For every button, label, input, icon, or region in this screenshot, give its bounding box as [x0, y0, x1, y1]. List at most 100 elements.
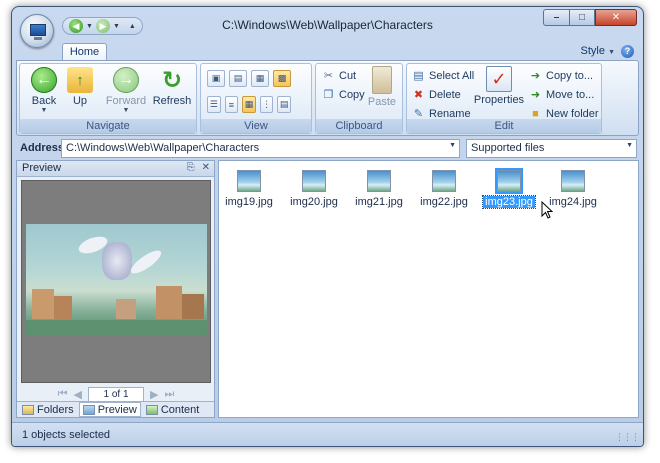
tab-content-label: Content: [160, 403, 200, 416]
first-page-icon[interactable]: ⏮: [58, 388, 68, 401]
up-label: Up: [72, 95, 88, 107]
status-bar: 1 objects selected ⋮⋮⋮: [12, 422, 643, 446]
image-file-icon: [432, 170, 456, 192]
file-filter-value: Supported files: [471, 142, 545, 154]
next-page-icon[interactable]: ▶: [150, 388, 158, 401]
view-icons-icon[interactable]: ▦: [251, 70, 269, 87]
preview-image: [26, 224, 207, 335]
copy-to-button[interactable]: ➔ Copy to...: [529, 69, 593, 83]
file-name: img23.jpg: [482, 195, 536, 209]
tab-preview[interactable]: Preview: [78, 402, 141, 417]
clipboard-group-label: Clipboard: [316, 119, 402, 133]
tab-folders-label: Folders: [37, 403, 74, 416]
view-mode-buttons: ▣ ▤ ▦ ▩ ☰ ≡ ▦ ⋮ ▤: [207, 70, 291, 122]
view-preview-pane-icon[interactable]: ▦: [242, 96, 256, 113]
move-to-label: Move to...: [546, 88, 595, 101]
window-controls: – □ ✕: [543, 9, 637, 26]
view-details-icon[interactable]: ☰: [207, 96, 221, 113]
file-item[interactable]: img19.jpg: [221, 170, 277, 208]
file-item-selected[interactable]: img23.jpg: [481, 168, 537, 209]
refresh-button[interactable]: ↻ Refresh: [150, 66, 194, 108]
style-label: Style: [580, 45, 605, 57]
prev-page-icon[interactable]: ◀: [74, 388, 82, 401]
help-icon[interactable]: ?: [621, 45, 634, 58]
filter-dropdown-icon[interactable]: ▼: [626, 142, 633, 149]
preview-title: Preview: [22, 162, 62, 174]
file-filter-select[interactable]: Supported files ▼: [466, 139, 637, 158]
cut-button[interactable]: ✂ Cut: [322, 69, 356, 83]
address-dropdown-icon[interactable]: ▼: [449, 142, 456, 149]
tab-content[interactable]: Content: [143, 402, 203, 417]
forward-arrow-icon: →: [113, 67, 139, 93]
properties-label: Properties: [473, 94, 525, 106]
move-to-icon: ➜: [530, 89, 541, 101]
close-pane-icon[interactable]: ✕: [202, 162, 210, 173]
group-navigate: ← Back ▼ ↑ Up → Forward ▼ ↻ Refresh Navi…: [19, 63, 197, 134]
select-all-icon: ▤: [413, 70, 424, 82]
paste-label: Paste: [367, 96, 397, 108]
up-folder-icon: ↑: [67, 67, 93, 93]
file-name: img19.jpg: [225, 196, 273, 208]
up-button[interactable]: ↑ Up: [58, 67, 102, 107]
image-file-icon: [367, 170, 391, 192]
file-list[interactable]: img19.jpg img20.jpg img21.jpg img22.jpg …: [218, 160, 639, 418]
app-menu-orb[interactable]: [20, 14, 54, 48]
properties-check-icon: ✓: [486, 66, 512, 92]
view-list-icon[interactable]: ≡: [224, 96, 239, 113]
delete-label: Delete: [429, 88, 461, 101]
explorer-window: ◀ ▼ ▶ ▼ ▲ C:\Windows\Web\Wallpaper\Chara…: [11, 6, 644, 447]
file-name: img24.jpg: [549, 196, 597, 208]
tab-folders[interactable]: Folders: [19, 402, 77, 417]
last-page-icon[interactable]: ⏭: [164, 388, 174, 401]
tab-preview-label: Preview: [97, 403, 137, 416]
group-clipboard: ✂ Cut ❐ Copy Paste Clipboard: [315, 63, 403, 134]
file-item[interactable]: img24.jpg: [545, 170, 601, 208]
preview-pane: Preview ⎘ ✕ ⏮ ◀ 1 of 1 ▶ ⏭ Folders Previ…: [16, 160, 215, 418]
pane-tabs: Folders Preview Content: [17, 401, 214, 417]
edit-group-label: Edit: [407, 119, 601, 133]
view-group-label: View: [201, 119, 311, 133]
file-item[interactable]: img22.jpg: [416, 170, 472, 208]
view-thumbnails-icon[interactable]: ▣: [207, 70, 225, 87]
forward-button[interactable]: → Forward ▼: [104, 67, 148, 114]
status-text: 1 objects selected: [22, 429, 111, 441]
close-button[interactable]: ✕: [595, 9, 637, 26]
view-small-icons-icon[interactable]: ⋮: [259, 96, 274, 113]
computer-icon: [30, 24, 46, 36]
forward-dropdown-icon[interactable]: ▼: [104, 107, 148, 114]
maximize-button[interactable]: □: [569, 9, 595, 26]
page-indicator[interactable]: 1 of 1: [88, 387, 144, 402]
back-dropdown-icon[interactable]: ▼: [22, 107, 66, 114]
image-file-icon: [302, 170, 326, 192]
pin-icon[interactable]: ⎘: [187, 162, 195, 173]
paste-button[interactable]: Paste: [360, 66, 404, 108]
content-icon: [145, 404, 158, 415]
view-filmstrip-icon[interactable]: ▩: [273, 70, 291, 87]
preview-icon: [82, 404, 95, 415]
refresh-icon: ↻: [161, 66, 183, 94]
ribbon-tab-row: Home Style ▼ ?: [12, 41, 643, 62]
group-edit: ▤ Select All ✖ Delete ✎ Rename ✓ Propert…: [406, 63, 602, 134]
computer-stand-icon: [34, 37, 42, 40]
file-item[interactable]: img20.jpg: [286, 170, 342, 208]
view-tiles-icon[interactable]: ▤: [229, 70, 247, 87]
preview-header: Preview ⎘ ✕: [17, 161, 214, 177]
style-menu[interactable]: Style ▼: [581, 45, 615, 57]
forward-label: Forward: [105, 95, 147, 107]
select-all-button[interactable]: ▤ Select All: [412, 69, 474, 83]
ribbon: ← Back ▼ ↑ Up → Forward ▼ ↻ Refresh Navi…: [16, 60, 639, 136]
file-item[interactable]: img21.jpg: [351, 170, 407, 208]
address-path: C:\Windows\Web\Wallpaper\Characters: [66, 142, 260, 154]
back-arrow-icon: ←: [31, 67, 57, 93]
view-options-icon[interactable]: ▤: [277, 96, 291, 113]
move-to-button[interactable]: ➜ Move to...: [529, 88, 595, 102]
properties-button[interactable]: ✓ Properties: [473, 66, 525, 106]
copy-button[interactable]: ❐ Copy: [322, 88, 365, 102]
folders-icon: [22, 404, 34, 415]
minimize-button[interactable]: –: [543, 9, 569, 26]
delete-icon: ✖: [413, 89, 424, 101]
resize-grip-icon[interactable]: ⋮⋮⋮: [615, 432, 640, 443]
refresh-label: Refresh: [152, 95, 192, 107]
delete-button[interactable]: ✖ Delete: [412, 88, 461, 102]
address-input[interactable]: C:\Windows\Web\Wallpaper\Characters ▼: [61, 139, 460, 158]
